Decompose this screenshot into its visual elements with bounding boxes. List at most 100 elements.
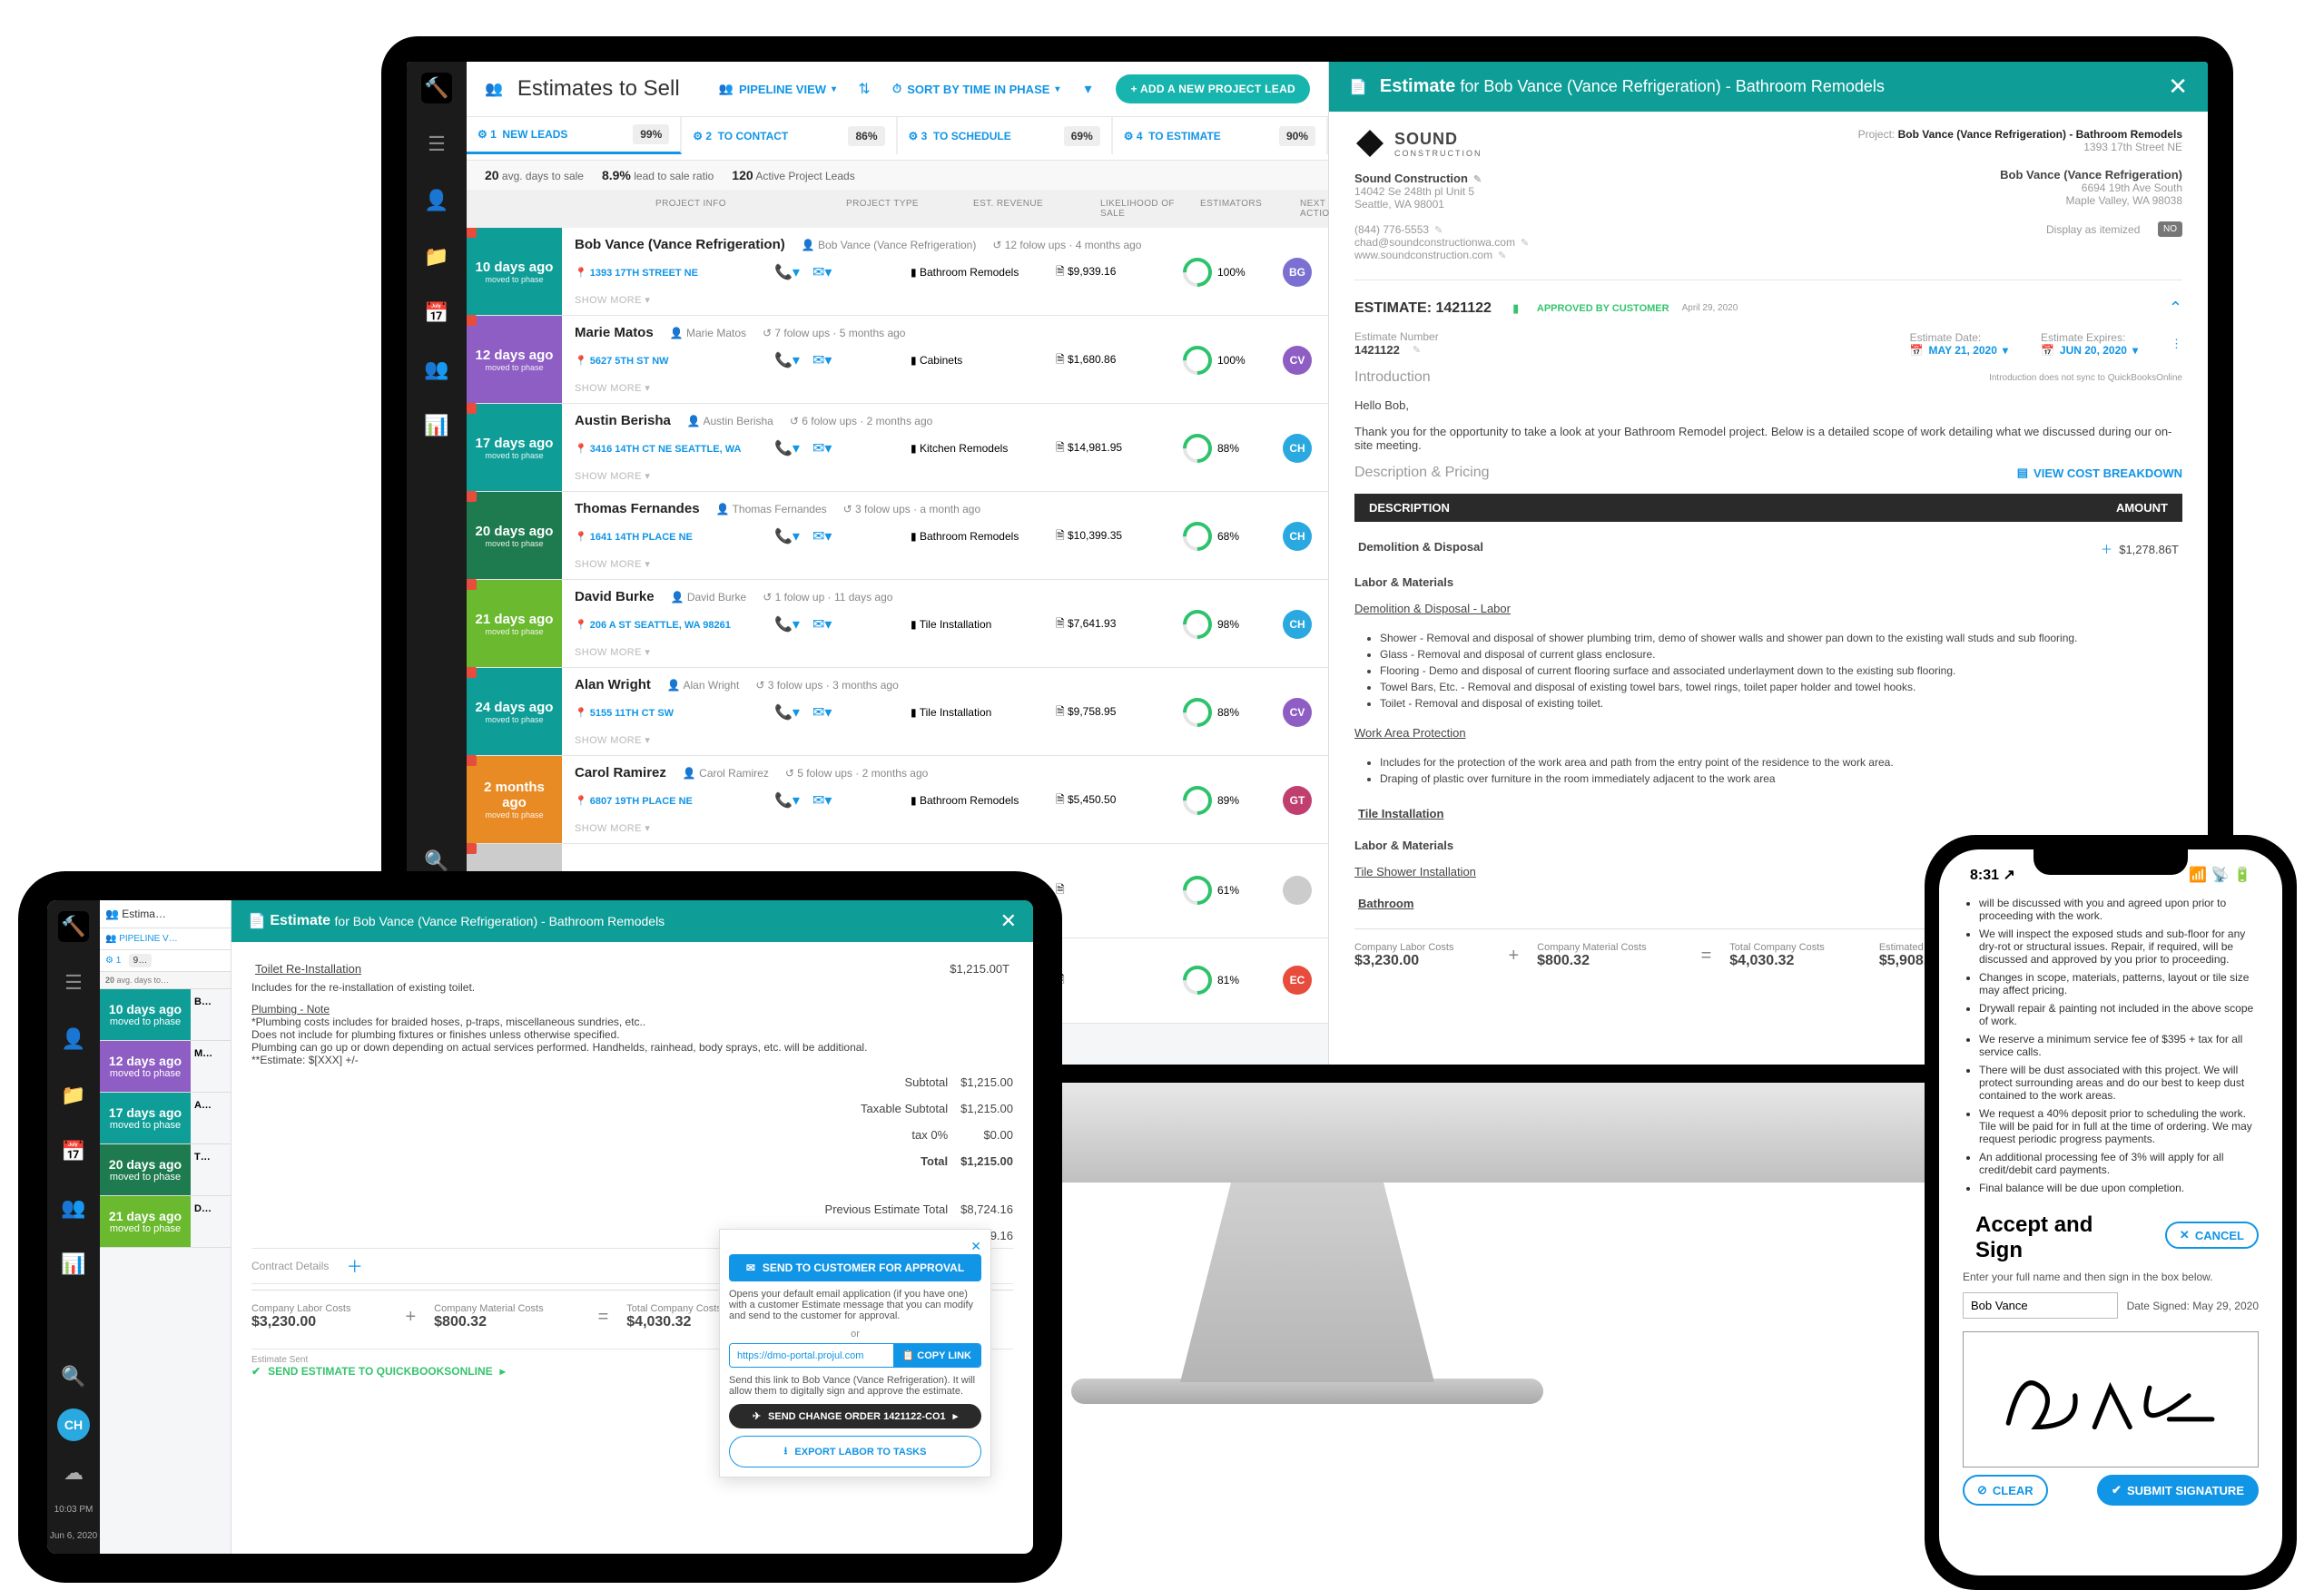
edit-icon[interactable]: ✎ xyxy=(1473,174,1482,185)
edit-icon[interactable]: ✎ xyxy=(1521,238,1529,249)
est-date-picker[interactable]: 📅 MAY 21, 2020 ▾ xyxy=(1910,344,2008,357)
mini-lead-row[interactable]: 17 days agomoved to phaseA… xyxy=(100,1093,231,1144)
lead-row[interactable]: 17 days agomoved to phase Austin Berisha… xyxy=(467,404,1328,492)
edit-icon[interactable]: ✎ xyxy=(1434,225,1443,236)
cancel-button[interactable]: ✕ CANCEL xyxy=(2165,1222,2259,1249)
show-more-link[interactable]: SHOW MORE ▾ xyxy=(575,646,1328,658)
show-more-link[interactable]: SHOW MORE ▾ xyxy=(575,294,1328,306)
close-icon[interactable]: ✕ xyxy=(729,1239,981,1254)
view-cost-breakdown-link[interactable]: ▤ VIEW COST BREAKDOWN xyxy=(2017,466,2182,480)
mini-lead-row[interactable]: 20 days agomoved to phaseT… xyxy=(100,1144,231,1196)
nav-folder-icon[interactable]: 📁 xyxy=(58,1080,89,1111)
lead-address[interactable]: 📍 6807 19TH PLACE NE xyxy=(575,795,774,807)
call-icon[interactable]: 📞▾ xyxy=(774,615,800,633)
lead-row[interactable]: 20 days agomoved to phase Thomas Fernand… xyxy=(467,492,1328,580)
user-avatar[interactable]: CH xyxy=(57,1408,90,1441)
share-link-input[interactable] xyxy=(730,1344,893,1367)
export-labor-button[interactable]: ⭳ EXPORT LABOR TO TASKS xyxy=(729,1436,981,1467)
phase-tab[interactable]: ⚙ 1 NEW LEADS99% xyxy=(467,117,682,154)
estimator-chip[interactable]: CV xyxy=(1283,346,1312,375)
submit-signature-button[interactable]: ✔ SUBMIT SIGNATURE xyxy=(2097,1475,2259,1506)
close-icon[interactable]: ✕ xyxy=(2168,73,2188,101)
expand-icon[interactable]: ＋ xyxy=(2101,543,2112,556)
nav-hammer-icon[interactable]: 🔨 xyxy=(58,911,89,942)
call-icon[interactable]: 📞▾ xyxy=(774,263,800,281)
nav-folder-icon[interactable]: 📁 xyxy=(421,241,452,272)
estimator-chip[interactable] xyxy=(1283,876,1312,905)
chevron-up-icon[interactable]: ⌃ xyxy=(2169,299,2182,318)
phase-tab[interactable]: ⚙ 2 TO CONTACT86% xyxy=(682,117,897,154)
toggle-off[interactable]: NO xyxy=(2158,221,2182,237)
add-project-lead-button[interactable]: + ADD A NEW PROJECT LEAD xyxy=(1116,74,1310,103)
estimator-chip[interactable]: BG xyxy=(1283,258,1312,287)
nav-team-icon[interactable]: 👥 xyxy=(421,354,452,385)
send-change-order-button[interactable]: ✈ SEND CHANGE ORDER 1421122-CO1 ▸ xyxy=(729,1404,981,1428)
itemized-toggle[interactable]: Display as itemized NO xyxy=(1858,221,2182,237)
call-icon[interactable]: 📞▾ xyxy=(774,439,800,457)
nav-calendar-icon[interactable]: 📅 xyxy=(58,1136,89,1167)
lead-row[interactable]: 24 days agomoved to phase Alan Wright 👤 … xyxy=(467,668,1328,756)
nav-people-icon[interactable]: 👤 xyxy=(58,1024,89,1055)
filter-icon[interactable]: ▾ xyxy=(1074,75,1101,103)
lead-address[interactable]: 📍 1641 14TH PLACE NE xyxy=(575,531,774,543)
email-icon[interactable]: ✉▾ xyxy=(812,791,832,810)
lead-row[interactable]: 2 months agomoved to phase Carol Ramirez… xyxy=(467,756,1328,844)
show-more-link[interactable]: SHOW MORE ▾ xyxy=(575,382,1328,394)
more-icon[interactable]: ⋮ xyxy=(2171,337,2182,351)
nav-team-icon[interactable]: 👥 xyxy=(58,1192,89,1223)
full-name-input[interactable]: Bob Vance xyxy=(1963,1292,2118,1319)
nav-list-icon[interactable]: ☰ xyxy=(58,967,89,998)
estimator-chip[interactable]: CV xyxy=(1283,698,1312,727)
add-icon[interactable]: ＋ xyxy=(347,1254,363,1278)
estimator-chip[interactable]: CH xyxy=(1283,434,1312,463)
close-icon[interactable]: ✕ xyxy=(1000,909,1017,933)
lead-row[interactable]: 21 days agomoved to phase David Burke 👤 … xyxy=(467,580,1328,668)
signature-box[interactable] xyxy=(1963,1331,2259,1467)
edit-icon[interactable]: ✎ xyxy=(1498,250,1506,261)
nav-chart-icon[interactable]: 📊 xyxy=(58,1249,89,1280)
nav-list-icon[interactable]: ☰ xyxy=(421,129,452,160)
est-expire-picker[interactable]: 📅 JUN 20, 2020 ▾ xyxy=(2041,344,2138,357)
call-icon[interactable]: 📞▾ xyxy=(774,791,800,810)
estimator-chip[interactable]: GT xyxy=(1283,786,1312,815)
email-icon[interactable]: ✉▾ xyxy=(812,351,832,369)
sort-list-icon[interactable]: ⇅ xyxy=(851,75,878,103)
edit-icon[interactable]: ✎ xyxy=(1413,344,1421,356)
lead-address[interactable]: 📍 5627 5TH ST NW xyxy=(575,355,774,367)
email-icon[interactable]: ✉▾ xyxy=(812,263,832,281)
lead-address[interactable]: 📍 206 A ST SEATTLE, WA 98261 xyxy=(575,619,774,631)
copy-link-button[interactable]: 📋 COPY LINK xyxy=(893,1344,980,1367)
pipeline-view-dropdown[interactable]: 👥 PIPELINE VIEW ▾ xyxy=(719,82,836,96)
lead-row[interactable]: 10 days agomoved to phase Bob Vance (Van… xyxy=(467,228,1328,316)
lead-address[interactable]: 📍 3416 14TH CT NE SEATTLE, WA xyxy=(575,443,774,455)
mini-lead-row[interactable]: 21 days agomoved to phaseD… xyxy=(100,1196,231,1248)
phase-tab[interactable]: ⚙ 3 TO SCHEDULE69% xyxy=(898,117,1113,154)
lead-address[interactable]: 📍 5155 11TH CT SW xyxy=(575,707,774,719)
nav-cloud-icon[interactable]: ☁ xyxy=(58,1458,89,1488)
mini-lead-row[interactable]: 10 days agomoved to phaseB… xyxy=(100,989,231,1041)
call-icon[interactable]: 📞▾ xyxy=(774,527,800,545)
estimator-chip[interactable]: CH xyxy=(1283,610,1312,639)
email-icon[interactable]: ✉▾ xyxy=(812,703,832,721)
nav-people-icon[interactable]: 👤 xyxy=(421,185,452,216)
nav-calendar-icon[interactable]: 📅 xyxy=(421,298,452,329)
lead-address[interactable]: 📍 1393 17TH STREET NE xyxy=(575,267,774,279)
sort-dropdown[interactable]: ⏱ SORT BY TIME IN PHASE ▾ xyxy=(892,82,1059,96)
phase-tab[interactable]: ⚙ 4 TO ESTIMATE90% xyxy=(1113,117,1328,154)
show-more-link[interactable]: SHOW MORE ▾ xyxy=(575,558,1328,570)
nav-chart-icon[interactable]: 📊 xyxy=(421,410,452,441)
estimator-chip[interactable]: EC xyxy=(1283,966,1312,995)
mini-lead-row[interactable]: 12 days agomoved to phaseM… xyxy=(100,1041,231,1093)
email-icon[interactable]: ✉▾ xyxy=(812,615,832,633)
email-icon[interactable]: ✉▾ xyxy=(812,439,832,457)
send-to-customer-button[interactable]: ✉ SEND TO CUSTOMER FOR APPROVAL xyxy=(729,1254,981,1281)
email-icon[interactable]: ✉▾ xyxy=(812,527,832,545)
nav-hammer-icon[interactable]: 🔨 xyxy=(421,73,452,103)
estimator-chip[interactable]: CH xyxy=(1283,522,1312,551)
call-icon[interactable]: 📞▾ xyxy=(774,703,800,721)
show-more-link[interactable]: SHOW MORE ▾ xyxy=(575,734,1328,746)
call-icon[interactable]: 📞▾ xyxy=(774,351,800,369)
nav-search-icon[interactable]: 🔍 xyxy=(58,1361,89,1392)
show-more-link[interactable]: SHOW MORE ▾ xyxy=(575,470,1328,482)
show-more-link[interactable]: SHOW MORE ▾ xyxy=(575,822,1328,834)
